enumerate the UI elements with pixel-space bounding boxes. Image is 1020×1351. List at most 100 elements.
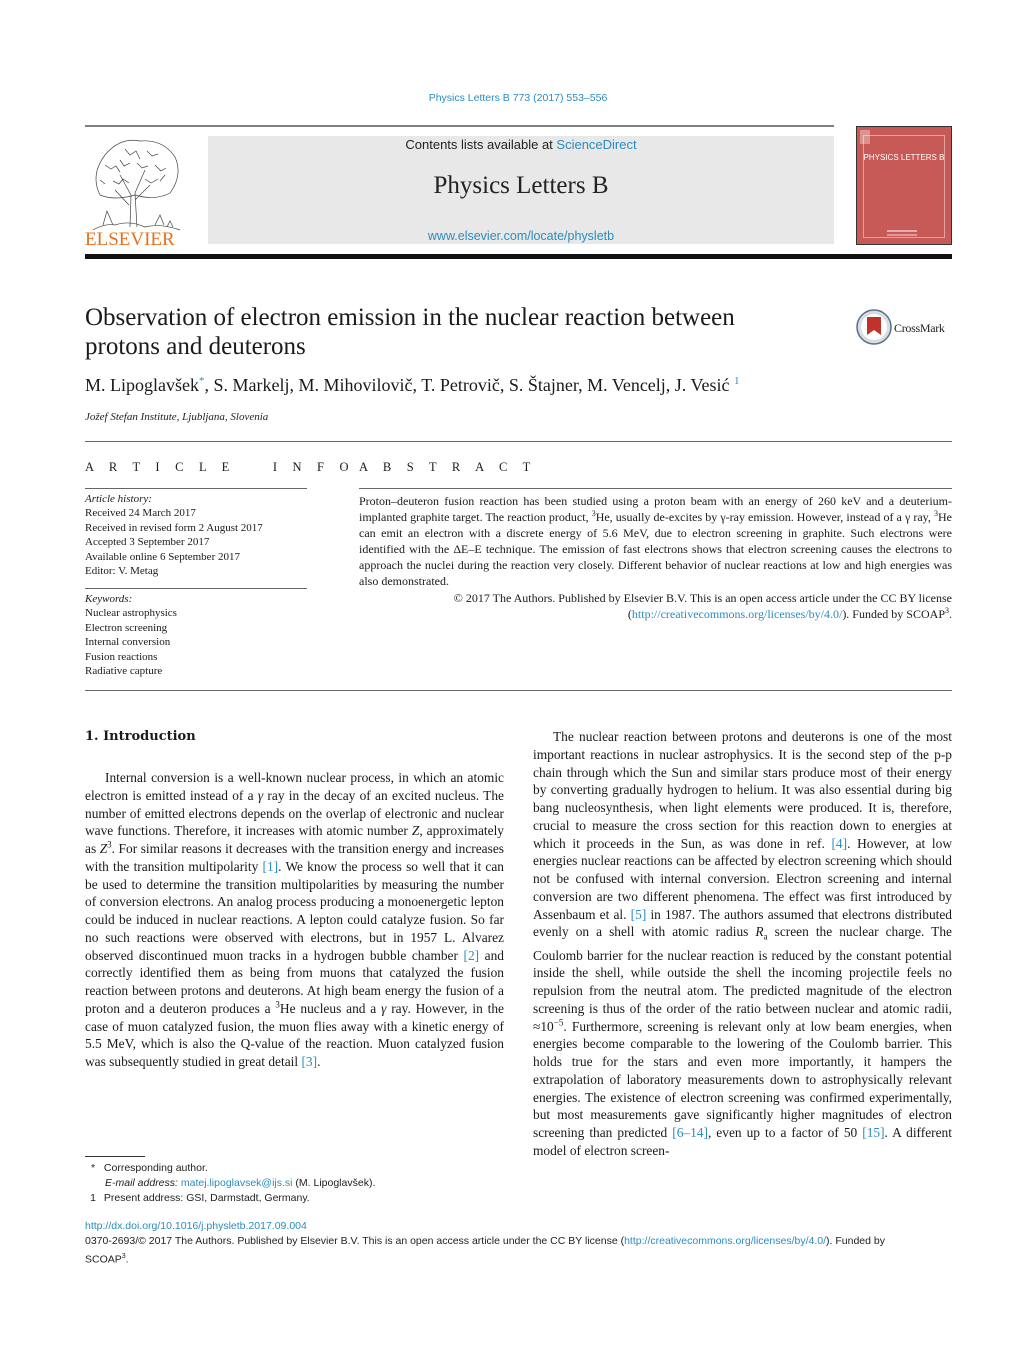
footer-license-link[interactable]: http://creativecommons.org/licenses/by/4…: [624, 1235, 826, 1247]
author[interactable]: M. Mihovilovič: [299, 375, 413, 395]
elsevier-logo[interactable]: ELSEVIER: [85, 135, 185, 250]
text: , even up to a factor of 50: [707, 1125, 863, 1141]
section-heading-introduction: 1. Introduction: [85, 729, 196, 744]
text: .: [317, 1054, 321, 1069]
footer-text: SCOAP: [85, 1253, 122, 1266]
divider: [85, 488, 307, 489]
author[interactable]: T. Petrovič: [421, 375, 500, 395]
footnote-text: Present address: GSI, Darmstadt, Germany…: [103, 1192, 310, 1204]
crossmark-label: CrossMark: [894, 321, 945, 335]
footnote-mark: *: [90, 1162, 96, 1174]
superscript: −5: [553, 1017, 564, 1028]
footnote-corresponding: * Corresponding author.: [85, 1161, 505, 1176]
crossmark-button[interactable]: CrossMark: [856, 309, 956, 347]
paper-title: Observation of electron emission in the …: [85, 303, 805, 361]
footnotes: * Corresponding author. E-mail address: …: [85, 1161, 505, 1206]
text: He nucleus and a: [279, 1000, 382, 1016]
footnote-address: 1 Present address: GSI, Darmstadt, Germa…: [85, 1191, 505, 1206]
title-line-2: protons and deuterons: [85, 333, 306, 360]
keyword: Nuclear astrophysics: [85, 607, 177, 620]
crossmark-icon: [856, 309, 892, 345]
abstract-heading: A B S T R A C T: [359, 460, 537, 474]
divider: [359, 488, 952, 489]
body-column-right: The nuclear reaction between protons and…: [533, 728, 952, 1160]
footnote-email: E-mail address: matej.lipoglavsek@ijs.si…: [85, 1176, 505, 1191]
math-symbol: R: [755, 924, 764, 940]
journal-masthead: Contents lists available at ScienceDirec…: [208, 136, 834, 244]
citation-link[interactable]: [4]: [831, 836, 847, 851]
citation-link[interactable]: [5]: [631, 907, 647, 922]
email-owner: (M. Lipoglavšek).: [292, 1177, 376, 1189]
abstract-text: He, usually de-excites by γ-ray emission…: [595, 510, 934, 525]
keyword: Electron screening: [85, 621, 168, 634]
author[interactable]: M. Vencelj: [587, 375, 666, 395]
keyword: Internal conversion: [85, 636, 171, 649]
article-info-heading: A R T I C L E I N F O: [85, 460, 355, 474]
copyright-notice: © 2017 The Authors. Published by Elsevie…: [359, 590, 952, 606]
author[interactable]: M. Lipoglavšek: [85, 375, 199, 395]
article-history: Article history: Received 24 March 2017 …: [85, 492, 307, 578]
author[interactable]: J. Vesić: [675, 375, 730, 395]
keywords-label: Keywords:: [85, 593, 133, 605]
footnote-text: Corresponding author.: [103, 1162, 208, 1174]
sciencedirect-link[interactable]: ScienceDirect: [556, 137, 636, 152]
elsevier-tree-icon: ELSEVIER: [85, 139, 181, 250]
journal-url[interactable]: www.elsevier.com/locate/physletb: [208, 229, 834, 243]
editor: Editor: V. Metag: [85, 565, 159, 578]
history-item: Received 24 March 2017: [85, 507, 196, 520]
affiliation: Jožef Stefan Institute, Ljubljana, Slove…: [85, 411, 269, 423]
abstract-body: Proton–deuteron fusion reaction has been…: [359, 493, 952, 622]
footer-text: ). Funded by: [826, 1235, 885, 1247]
citation-link[interactable]: [1]: [263, 859, 279, 874]
journal-title: Physics Letters B: [433, 172, 609, 199]
cover-title: PHYSICS LETTERS B: [863, 153, 945, 162]
divider: [85, 588, 307, 589]
history-item: Received in revised form 2 August 2017: [85, 521, 263, 534]
text: . Furthermore, screening is relevant onl…: [533, 1018, 952, 1141]
cover-frame: [863, 135, 945, 238]
citation-link[interactable]: [3]: [301, 1054, 317, 1069]
citation-link[interactable]: [6–14]: [672, 1125, 708, 1140]
citation-link[interactable]: [2]: [464, 948, 480, 963]
masthead-rule: [85, 254, 952, 259]
title-line-1: Observation of electron emission in the …: [85, 304, 735, 331]
doi-link[interactable]: http://dx.doi.org/10.1016/j.physletb.201…: [85, 1220, 307, 1232]
history-item: Available online 6 September 2017: [85, 550, 240, 563]
journal-reference-link[interactable]: Physics Letters B 773 (2017) 553–556: [429, 92, 608, 104]
license-line: (http://creativecommons.org/licenses/by/…: [359, 606, 952, 622]
footnote-mark: 1: [90, 1192, 96, 1204]
journal-reference[interactable]: Physics Letters B 773 (2017) 553–556: [0, 92, 1020, 104]
period: .: [125, 1253, 129, 1266]
footer-scoap: SCOAP3.: [85, 1249, 952, 1268]
paragraph: Internal conversion is a well-known nucl…: [85, 769, 504, 1071]
body-column-left: Internal conversion is a well-known nucl…: [85, 769, 504, 1071]
keywords: Keywords: Nuclear astrophysics Electron …: [85, 592, 307, 678]
history-label: Article history:: [85, 493, 152, 505]
citation-link[interactable]: [15]: [862, 1125, 884, 1140]
journal-cover-thumbnail[interactable]: PHYSICS LETTERS B: [856, 126, 952, 245]
license-link[interactable]: http://creativecommons.org/licenses/by/4…: [632, 607, 842, 621]
period: .: [949, 606, 952, 621]
corresponding-author-mark[interactable]: *: [199, 375, 205, 387]
keyword: Radiative capture: [85, 665, 163, 678]
footer-license: 0370-2693/© 2017 The Authors. Published …: [85, 1234, 952, 1249]
author[interactable]: S. Markelj: [214, 375, 290, 395]
text: screen the nuclear charge. The Coulomb b…: [533, 924, 952, 1034]
text: . We know the process so well that it ca…: [85, 858, 504, 963]
author-list: M. Lipoglavšek*, S. Markelj, M. Mihovilo…: [85, 375, 740, 395]
funding-text: ). Funded by SCOAP: [842, 606, 945, 621]
divider: [85, 441, 952, 442]
email-label: E-mail address:: [105, 1177, 178, 1189]
publisher-wordmark: ELSEVIER: [85, 229, 175, 247]
text: The nuclear reaction between protons and…: [533, 729, 952, 851]
email-link[interactable]: matej.lipoglavsek@ijs.si: [181, 1177, 293, 1189]
copyright-text: © 2017 The Authors. Published by Elsevie…: [453, 590, 952, 605]
header-rule: [85, 125, 834, 127]
contents-prefix: Contents lists available at: [405, 137, 557, 152]
divider: [85, 690, 952, 691]
author[interactable]: S. Štajner: [509, 375, 578, 395]
footnote-mark[interactable]: 1: [734, 375, 740, 387]
keyword: Fusion reactions: [85, 650, 158, 663]
footnote-rule: [85, 1156, 145, 1157]
journal-homepage-link[interactable]: www.elsevier.com/locate/physletb: [428, 229, 614, 243]
